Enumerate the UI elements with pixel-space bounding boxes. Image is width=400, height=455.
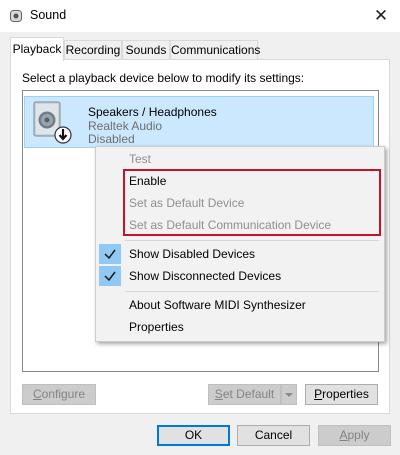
configure-accelerator: C <box>32 387 42 401</box>
properties-label: roperties <box>322 387 369 401</box>
sound-app-icon <box>9 9 23 23</box>
menu-item-test[interactable]: Test <box>129 152 151 166</box>
set-default-label: et Default <box>222 387 275 401</box>
menu-item-show-disabled-devices[interactable]: Show Disabled Devices <box>129 247 255 261</box>
set-default-dropdown[interactable] <box>281 384 297 405</box>
instruction-text: Select a playback device below to modify… <box>22 71 305 85</box>
menu-item-about-midi-synth[interactable]: About Software MIDI Synthesizer <box>129 298 306 312</box>
configure-label: onfigure <box>41 387 86 401</box>
tab-communications[interactable]: Communications <box>170 40 260 60</box>
apply-button[interactable]: Apply <box>318 425 391 446</box>
apply-accelerator: A <box>339 428 348 442</box>
checkmark-icon <box>99 244 121 264</box>
configure-button[interactable]: Configure <box>22 384 96 405</box>
menu-separator <box>125 291 379 292</box>
device-status: Disabled <box>88 132 135 146</box>
set-default-accelerator: S <box>214 387 223 401</box>
highlight-annotation-box <box>123 169 381 236</box>
menu-separator <box>125 240 379 241</box>
device-name: Speakers / Headphones <box>88 105 217 119</box>
device-row-speakers[interactable] <box>24 96 374 148</box>
properties-accelerator: P <box>314 387 323 401</box>
properties-button[interactable]: Properties <box>305 384 378 405</box>
tab-playback[interactable]: Playback <box>10 37 64 61</box>
disabled-arrow-icon <box>54 126 72 144</box>
chevron-down-icon <box>285 393 293 397</box>
close-button[interactable]: ✕ <box>370 5 392 27</box>
speaker-icon <box>32 101 72 145</box>
device-driver: Realtek Audio <box>88 119 163 133</box>
menu-item-properties[interactable]: Properties <box>129 320 184 334</box>
tab-sounds[interactable]: Sounds <box>122 40 170 60</box>
ok-button[interactable]: OK <box>157 425 230 446</box>
close-icon[interactable]: ✕ <box>374 6 388 25</box>
menu-item-show-disconnected-devices[interactable]: Show Disconnected Devices <box>129 269 281 283</box>
cancel-button[interactable]: Cancel <box>237 425 310 446</box>
window-title: Sound <box>30 8 67 22</box>
checkmark-icon <box>99 266 121 286</box>
tab-recording[interactable]: Recording <box>64 40 122 60</box>
set-default-button[interactable]: Set Default <box>208 384 281 405</box>
apply-label: pply <box>347 428 370 442</box>
